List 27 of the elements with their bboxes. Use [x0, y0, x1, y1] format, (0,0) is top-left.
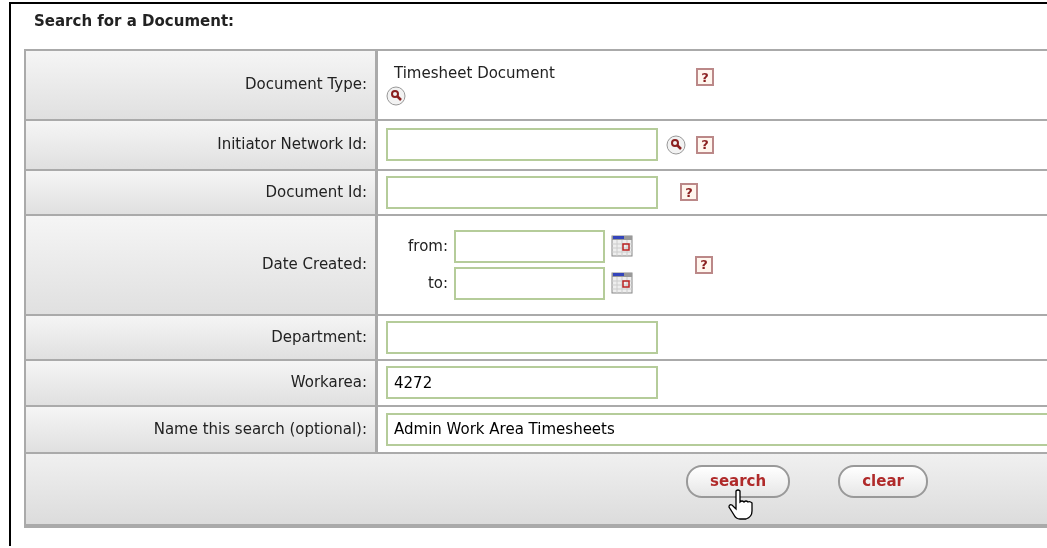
field-label: Initiator Network Id:: [217, 135, 367, 154]
calendar-icon[interactable]: [611, 272, 633, 294]
input-field[interactable]: [386, 320, 658, 354]
search-icon[interactable]: [666, 134, 686, 155]
input-field[interactable]: [386, 128, 658, 161]
input-field[interactable]: 4272: [386, 366, 658, 399]
section-title: Search for a Document:: [34, 11, 236, 32]
calendar-icon[interactable]: [611, 235, 633, 257]
help-icon[interactable]: ?: [680, 183, 698, 201]
input-field[interactable]: Admin Work Area Timesheets: [386, 412, 1047, 446]
input-field[interactable]: [454, 266, 605, 300]
button[interactable]: clear: [838, 465, 928, 498]
help-icon[interactable]: ?: [696, 68, 714, 86]
field-label: Document Type:: [245, 75, 367, 94]
help-icon[interactable]: ?: [696, 135, 714, 154]
input-field[interactable]: [454, 229, 605, 263]
search-icon[interactable]: [386, 86, 406, 106]
help-icon[interactable]: ?: [695, 255, 713, 274]
field-label: Department:: [271, 327, 367, 346]
field-value: Timesheet Document: [393, 63, 556, 84]
field-label: Document Id:: [265, 182, 367, 201]
date-label: from:: [407, 235, 448, 257]
field-label: Date Created:: [261, 255, 367, 274]
date-label: to:: [426, 272, 448, 294]
field-label: Name this search (optional):: [153, 419, 367, 438]
field-label: Workarea:: [290, 373, 367, 392]
input-field[interactable]: [386, 175, 658, 209]
